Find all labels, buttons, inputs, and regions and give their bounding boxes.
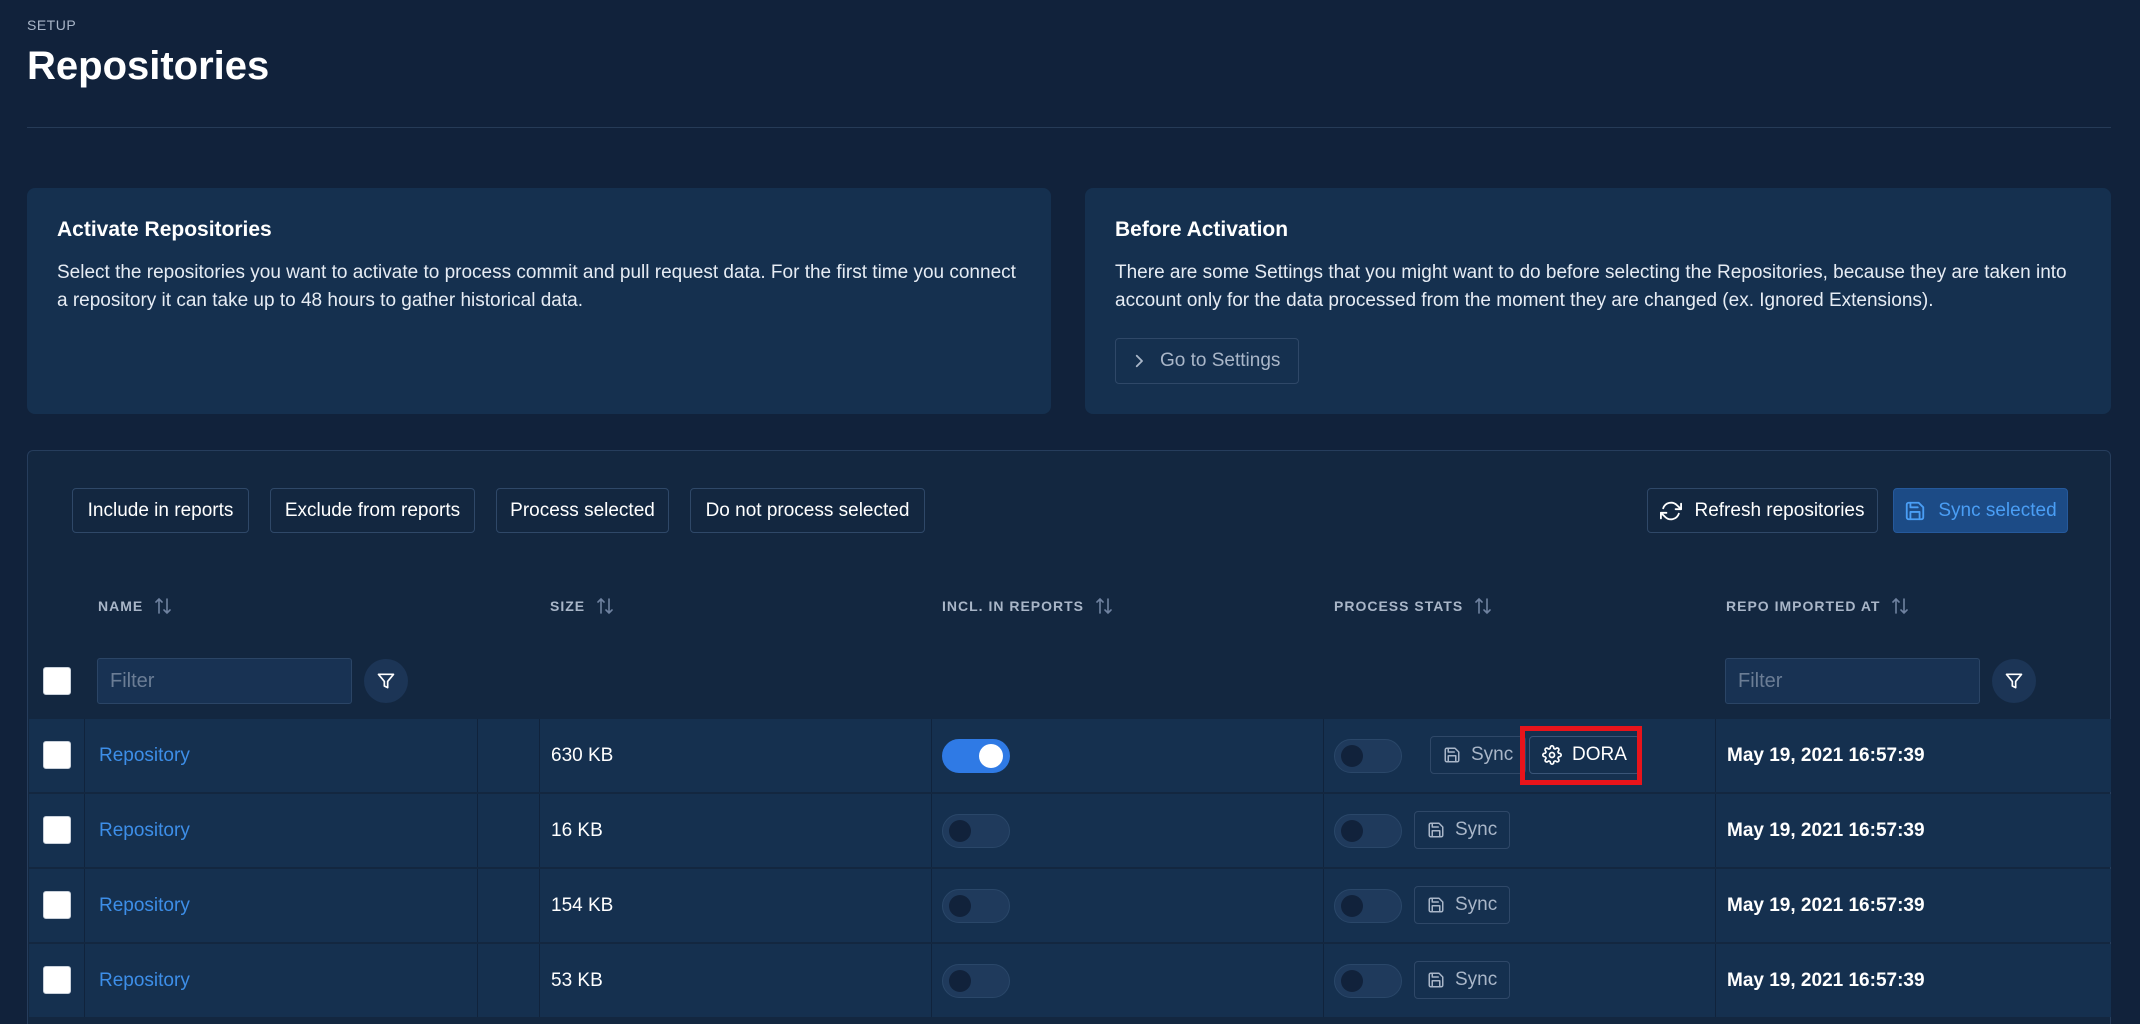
date-filter-button[interactable]	[1992, 659, 2036, 703]
column-header-incl-in-reports[interactable]: INCL. IN REPORTS	[942, 597, 1112, 615]
card-body: There are some Settings that you might w…	[1115, 262, 2067, 311]
repository-link[interactable]: Repository	[99, 970, 190, 992]
column-label: REPO IMPORTED AT	[1726, 598, 1881, 614]
sort-icon	[1892, 597, 1909, 615]
page-title: Repositories	[27, 44, 270, 88]
sync-button[interactable]: Sync	[1414, 886, 1511, 924]
repo-imported-at: May 19, 2021 16:57:39	[1727, 970, 1925, 991]
table-row: Repository 630 KB Sync DORA May 19, 2021…	[29, 719, 2111, 792]
row-checkbox[interactable]	[43, 741, 71, 769]
row-checkbox[interactable]	[43, 966, 71, 994]
process-selected-button[interactable]: Process selected	[496, 488, 669, 533]
include-in-reports-toggle[interactable]	[942, 964, 1010, 998]
column-label: NAME	[98, 598, 144, 614]
column-header-name[interactable]: NAME	[98, 597, 172, 615]
sync-label: Sync	[1471, 744, 1514, 765]
sync-button[interactable]: Sync	[1414, 961, 1511, 999]
name-filter-button[interactable]	[364, 659, 408, 703]
go-to-settings-button[interactable]: Go to Settings	[1115, 338, 1300, 384]
repository-size: 16 KB	[551, 820, 603, 841]
table-row: Repository 154 KB Sync May 19, 2021 16:5…	[29, 869, 2111, 942]
include-in-reports-toggle[interactable]	[942, 889, 1010, 923]
table-row: Repository 16 KB Sync May 19, 2021 16:57…	[29, 794, 2111, 867]
repositories-table-panel: Include in reports Exclude from reports …	[27, 450, 2111, 1024]
card-title: Activate Repositories	[57, 218, 272, 241]
sync-label: Sync	[1455, 969, 1498, 990]
save-icon	[1906, 501, 1925, 520]
column-label: SIZE	[550, 598, 586, 614]
include-in-reports-button[interactable]: Include in reports	[72, 488, 249, 533]
do-not-process-selected-button[interactable]: Do not process selected	[690, 488, 925, 533]
filter-icon	[377, 673, 395, 689]
activate-repositories-card: Activate Repositories Select the reposit…	[27, 188, 1051, 414]
repository-size: 154 KB	[551, 895, 614, 916]
repository-size: 630 KB	[551, 745, 614, 766]
save-icon	[1428, 897, 1444, 913]
sync-label: Sync	[1455, 819, 1498, 840]
before-activation-card: Before Activation There are some Setting…	[1085, 188, 2111, 414]
process-stats-toggle[interactable]	[1334, 964, 1402, 998]
repository-link[interactable]: Repository	[99, 895, 190, 917]
save-icon	[1428, 822, 1444, 838]
table-row: Repository 53 KB Sync May 19, 2021 16:57…	[29, 944, 2111, 1017]
sort-icon	[1475, 597, 1491, 615]
include-in-reports-toggle[interactable]	[942, 739, 1010, 773]
sort-icon	[597, 597, 613, 615]
column-label: PROCESS STATS	[1334, 598, 1464, 614]
select-all-checkbox[interactable]	[43, 667, 71, 695]
save-icon	[1444, 747, 1460, 763]
refresh-label: Refresh repositories	[1694, 499, 1865, 521]
repository-size: 53 KB	[551, 970, 603, 991]
row-checkbox[interactable]	[43, 816, 71, 844]
repository-link[interactable]: Repository	[99, 745, 190, 767]
sort-icon	[1096, 597, 1112, 615]
repo-imported-at: May 19, 2021 16:57:39	[1727, 895, 1925, 916]
save-icon	[1428, 972, 1444, 988]
process-stats-toggle[interactable]	[1334, 889, 1402, 923]
exclude-from-reports-button[interactable]: Exclude from reports	[270, 488, 475, 533]
process-stats-toggle[interactable]	[1334, 739, 1402, 773]
repo-imported-at: May 19, 2021 16:57:39	[1727, 745, 1925, 766]
sync-label: Sync	[1455, 894, 1498, 915]
date-filter-input[interactable]	[1725, 658, 1980, 704]
row-checkbox[interactable]	[43, 891, 71, 919]
include-in-reports-toggle[interactable]	[942, 814, 1010, 848]
sync-button[interactable]: Sync	[1430, 736, 1527, 774]
header-divider	[27, 127, 2111, 128]
refresh-repositories-button[interactable]: Refresh repositories	[1647, 488, 1878, 533]
process-stats-toggle[interactable]	[1334, 814, 1402, 848]
highlight-box	[1520, 726, 1642, 785]
chevron-right-icon	[1135, 354, 1143, 368]
column-header-repo-imported-at[interactable]: REPO IMPORTED AT	[1726, 597, 1909, 615]
column-header-process-stats[interactable]: PROCESS STATS	[1334, 597, 1491, 615]
sync-selected-button[interactable]: Sync selected	[1893, 488, 2068, 533]
repository-link[interactable]: Repository	[99, 820, 190, 842]
sync-selected-label: Sync selected	[1938, 499, 2057, 521]
go-to-settings-label: Go to Settings	[1160, 350, 1281, 371]
card-body: Select the repositories you want to acti…	[57, 262, 1016, 311]
column-header-size[interactable]: SIZE	[550, 597, 613, 615]
filter-icon	[2005, 673, 2023, 689]
eyebrow-label: SETUP	[27, 17, 77, 33]
sync-button[interactable]: Sync	[1414, 811, 1511, 849]
sort-icon	[155, 597, 172, 615]
column-label: INCL. IN REPORTS	[942, 598, 1085, 614]
name-filter-input[interactable]	[97, 658, 352, 704]
card-title: Before Activation	[1115, 218, 1289, 241]
refresh-icon	[1660, 501, 1683, 520]
repo-imported-at: May 19, 2021 16:57:39	[1727, 820, 1925, 841]
